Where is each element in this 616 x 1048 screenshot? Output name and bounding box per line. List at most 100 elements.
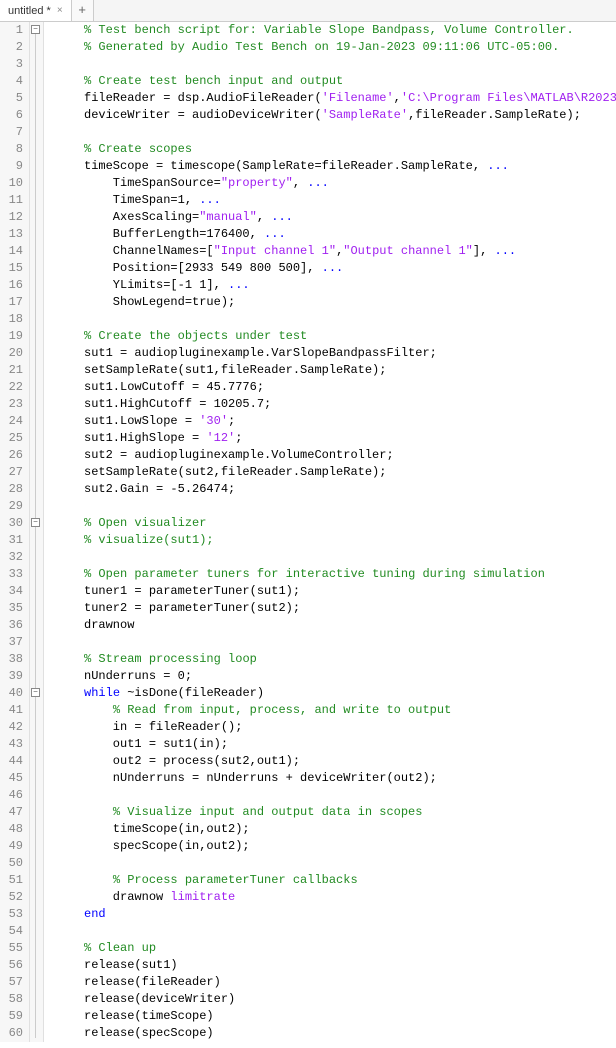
code-line[interactable]: % Visualize input and output data in sco… bbox=[48, 804, 616, 821]
line-number: 33 bbox=[0, 566, 23, 583]
code-line[interactable]: sut2 = audiopluginexample.VolumeControll… bbox=[48, 447, 616, 464]
code-line[interactable]: % Test bench script for: Variable Slope … bbox=[48, 22, 616, 39]
code-line[interactable]: sut1.HighSlope = '12'; bbox=[48, 430, 616, 447]
code-line[interactable]: % Create scopes bbox=[48, 141, 616, 158]
line-number: 52 bbox=[0, 889, 23, 906]
line-number: 39 bbox=[0, 668, 23, 685]
line-number: 59 bbox=[0, 1008, 23, 1025]
line-number: 21 bbox=[0, 362, 23, 379]
code-line[interactable]: TimeSpan=1, ... bbox=[48, 192, 616, 209]
plus-icon: + bbox=[78, 3, 86, 18]
code-line[interactable]: ShowLegend=true); bbox=[48, 294, 616, 311]
code-line[interactable]: % Read from input, process, and write to… bbox=[48, 702, 616, 719]
code-line[interactable]: % Create the objects under test bbox=[48, 328, 616, 345]
line-number: 26 bbox=[0, 447, 23, 464]
line-number: 44 bbox=[0, 753, 23, 770]
code-line[interactable]: YLimits=[-1 1], ... bbox=[48, 277, 616, 294]
line-number: 47 bbox=[0, 804, 23, 821]
code-line[interactable]: % Open parameter tuners for interactive … bbox=[48, 566, 616, 583]
code-line[interactable]: setSampleRate(sut2,fileReader.SampleRate… bbox=[48, 464, 616, 481]
code-line[interactable]: timeScope(in,out2); bbox=[48, 821, 616, 838]
code-line[interactable]: % Open visualizer bbox=[48, 515, 616, 532]
tab-untitled[interactable]: untitled * × bbox=[0, 0, 72, 21]
line-number: 37 bbox=[0, 634, 23, 651]
code-line[interactable]: sut2.Gain = -5.26474; bbox=[48, 481, 616, 498]
fold-toggle-icon[interactable]: − bbox=[31, 518, 40, 527]
code-line[interactable] bbox=[48, 787, 616, 804]
code-line[interactable]: end bbox=[48, 906, 616, 923]
line-number: 32 bbox=[0, 549, 23, 566]
code-line[interactable]: fileReader = dsp.AudioFileReader('Filena… bbox=[48, 90, 616, 107]
line-number: 13 bbox=[0, 226, 23, 243]
code-line[interactable]: % Clean up bbox=[48, 940, 616, 957]
code-line[interactable]: nUnderruns = nUnderruns + deviceWriter(o… bbox=[48, 770, 616, 787]
code-line[interactable] bbox=[48, 311, 616, 328]
code-line[interactable]: Position=[2933 549 800 500], ... bbox=[48, 260, 616, 277]
code-line[interactable]: ChannelNames=["Input channel 1","Output … bbox=[48, 243, 616, 260]
code-line[interactable]: drawnow bbox=[48, 617, 616, 634]
code-line[interactable] bbox=[48, 923, 616, 940]
line-number: 29 bbox=[0, 498, 23, 515]
code-line[interactable]: % Generated by Audio Test Bench on 19-Ja… bbox=[48, 39, 616, 56]
code-line[interactable]: % Process parameterTuner callbacks bbox=[48, 872, 616, 889]
code-line[interactable]: specScope(in,out2); bbox=[48, 838, 616, 855]
code-line[interactable]: release(fileReader) bbox=[48, 974, 616, 991]
code-editor[interactable]: 1234567891011121314151617181920212223242… bbox=[0, 22, 616, 1042]
code-line[interactable]: BufferLength=176400, ... bbox=[48, 226, 616, 243]
code-line[interactable]: % Create test bench input and output bbox=[48, 73, 616, 90]
line-number: 23 bbox=[0, 396, 23, 413]
code-line[interactable] bbox=[48, 498, 616, 515]
code-line[interactable]: TimeSpanSource="property", ... bbox=[48, 175, 616, 192]
code-line[interactable]: release(timeScope) bbox=[48, 1008, 616, 1025]
line-number: 8 bbox=[0, 141, 23, 158]
code-line[interactable] bbox=[48, 56, 616, 73]
line-number: 12 bbox=[0, 209, 23, 226]
line-number: 15 bbox=[0, 260, 23, 277]
line-number: 14 bbox=[0, 243, 23, 260]
code-line[interactable]: while ~isDone(fileReader) bbox=[48, 685, 616, 702]
code-line[interactable]: deviceWriter = audioDeviceWriter('Sample… bbox=[48, 107, 616, 124]
new-tab-button[interactable]: + bbox=[72, 0, 94, 21]
code-line[interactable]: tuner1 = parameterTuner(sut1); bbox=[48, 583, 616, 600]
line-number: 1 bbox=[0, 22, 23, 39]
line-number: 6 bbox=[0, 107, 23, 124]
line-number: 7 bbox=[0, 124, 23, 141]
code-line[interactable]: sut1.LowSlope = '30'; bbox=[48, 413, 616, 430]
code-line[interactable]: sut1 = audiopluginexample.VarSlopeBandpa… bbox=[48, 345, 616, 362]
line-number: 56 bbox=[0, 957, 23, 974]
code-line[interactable]: % visualize(sut1); bbox=[48, 532, 616, 549]
code-line[interactable] bbox=[48, 855, 616, 872]
code-line[interactable]: % Stream processing loop bbox=[48, 651, 616, 668]
code-line[interactable]: out1 = sut1(in); bbox=[48, 736, 616, 753]
code-line[interactable] bbox=[48, 634, 616, 651]
fold-toggle-icon[interactable]: − bbox=[31, 688, 40, 697]
fold-toggle-icon[interactable]: − bbox=[31, 25, 40, 34]
close-icon[interactable]: × bbox=[57, 5, 63, 16]
code-line[interactable]: timeScope = timescope(SampleRate=fileRea… bbox=[48, 158, 616, 175]
code-line[interactable]: out2 = process(sut2,out1); bbox=[48, 753, 616, 770]
line-number-gutter: 1234567891011121314151617181920212223242… bbox=[0, 22, 30, 1042]
fold-gutter[interactable]: − − − bbox=[30, 22, 44, 1042]
line-number: 4 bbox=[0, 73, 23, 90]
code-line[interactable]: sut1.LowCutoff = 45.7776; bbox=[48, 379, 616, 396]
line-number: 9 bbox=[0, 158, 23, 175]
line-number: 49 bbox=[0, 838, 23, 855]
code-line[interactable]: drawnow limitrate bbox=[48, 889, 616, 906]
line-number: 3 bbox=[0, 56, 23, 73]
line-number: 55 bbox=[0, 940, 23, 957]
code-line[interactable] bbox=[48, 124, 616, 141]
code-line[interactable]: release(sut1) bbox=[48, 957, 616, 974]
code-line[interactable]: sut1.HighCutoff = 10205.7; bbox=[48, 396, 616, 413]
code-line[interactable]: tuner2 = parameterTuner(sut2); bbox=[48, 600, 616, 617]
line-number: 34 bbox=[0, 583, 23, 600]
code-line[interactable]: AxesScaling="manual", ... bbox=[48, 209, 616, 226]
code-line[interactable]: setSampleRate(sut1,fileReader.SampleRate… bbox=[48, 362, 616, 379]
code-line[interactable]: release(deviceWriter) bbox=[48, 991, 616, 1008]
code-line[interactable]: nUnderruns = 0; bbox=[48, 668, 616, 685]
code-line[interactable] bbox=[48, 549, 616, 566]
code-area[interactable]: % Test bench script for: Variable Slope … bbox=[44, 22, 616, 1042]
code-line[interactable]: release(specScope) bbox=[48, 1025, 616, 1042]
tab-title: untitled * bbox=[8, 5, 51, 17]
code-line[interactable]: in = fileReader(); bbox=[48, 719, 616, 736]
line-number: 42 bbox=[0, 719, 23, 736]
